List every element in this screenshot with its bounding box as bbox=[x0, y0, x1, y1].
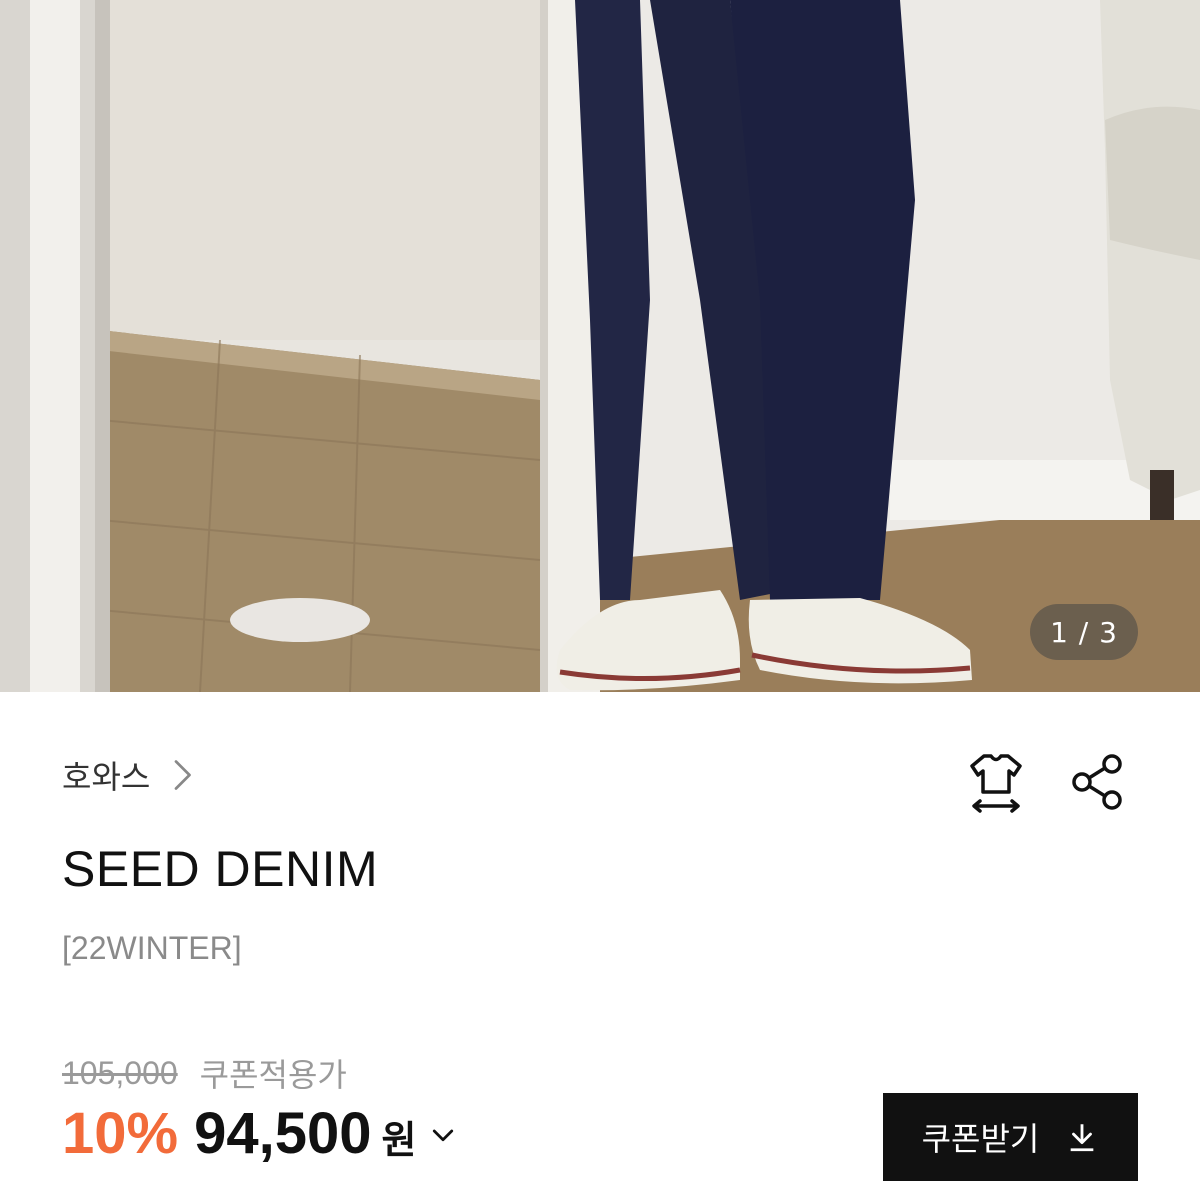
product-subtitle: [22WINTER] bbox=[62, 930, 242, 966]
coupon-download-button[interactable]: 쿠폰받기 bbox=[883, 1093, 1138, 1181]
coupon-price-label: 쿠폰적용가 bbox=[199, 1056, 347, 1094]
brand-name: 호와스 bbox=[62, 758, 151, 796]
original-price-row: 105,000 쿠폰적용가 bbox=[62, 1050, 347, 1096]
final-price-row: 10% 94,500 원 bbox=[62, 1100, 458, 1167]
brand-link[interactable]: 호와스 bbox=[62, 752, 200, 798]
coupon-button-label: 쿠폰받기 bbox=[921, 1120, 1040, 1158]
size-guide-button[interactable] bbox=[964, 750, 1028, 814]
original-price: 105,000 bbox=[62, 1054, 178, 1091]
share-button[interactable] bbox=[1066, 750, 1130, 814]
image-counter: 1 / 3 bbox=[1030, 604, 1138, 660]
product-title: SEED DENIM bbox=[62, 841, 379, 897]
product-image-gallery[interactable]: 1 / 3 bbox=[0, 0, 1200, 692]
product-actions bbox=[964, 750, 1130, 814]
final-price: 94,500 bbox=[194, 1101, 372, 1166]
size-guide-icon bbox=[970, 754, 1022, 813]
share-icon bbox=[1072, 754, 1122, 810]
product-photo bbox=[0, 0, 1200, 692]
currency-label: 원 bbox=[381, 1118, 417, 1162]
chevron-right-icon bbox=[174, 760, 192, 790]
download-icon bbox=[1071, 1124, 1094, 1152]
chevron-down-icon[interactable] bbox=[428, 1121, 458, 1151]
discount-rate: 10% bbox=[62, 1101, 179, 1166]
